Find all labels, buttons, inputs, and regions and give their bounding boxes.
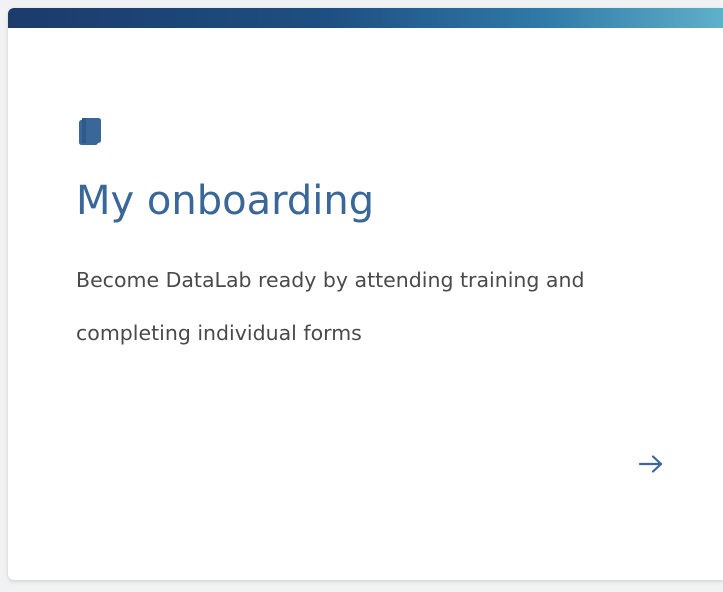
book-icon xyxy=(78,118,102,146)
open-onboarding-button[interactable] xyxy=(626,448,676,482)
onboarding-card[interactable]: My onboarding Become DataLab ready by at… xyxy=(8,8,723,580)
card-description: Become DataLab ready by attending traini… xyxy=(76,268,585,345)
card-title: My onboarding xyxy=(76,178,375,224)
arrow-right-icon xyxy=(638,454,664,477)
card-accent-bar xyxy=(8,8,723,28)
